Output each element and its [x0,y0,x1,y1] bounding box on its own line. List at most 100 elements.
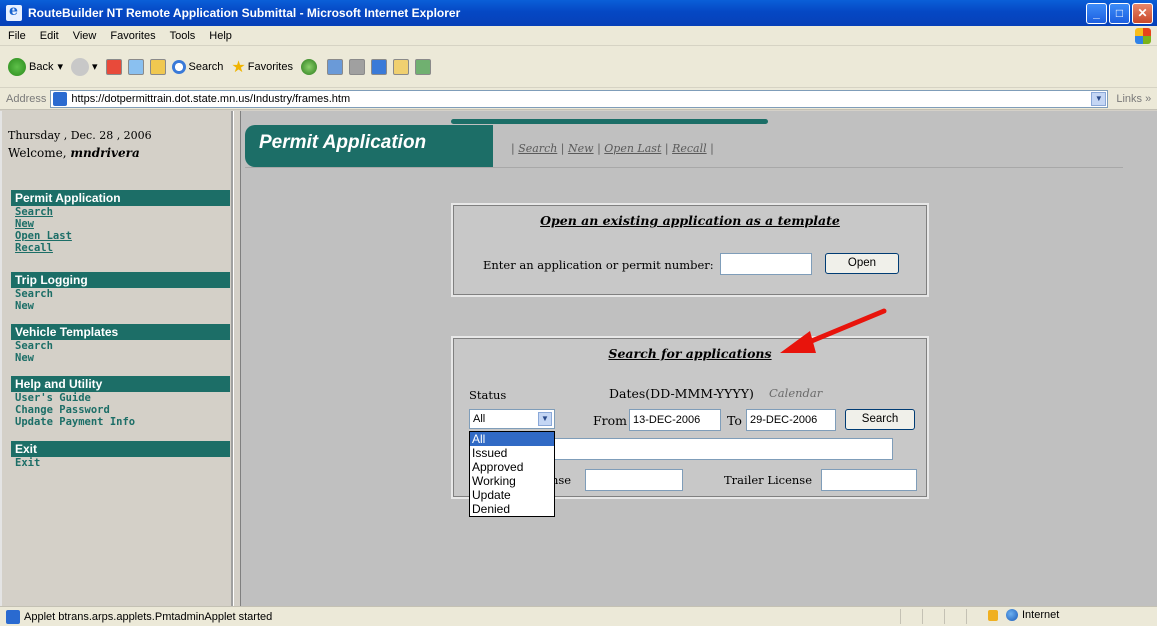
address-input[interactable]: https://dotpermittrain.dot.state.mn.us/I… [50,89,1109,108]
nav-section-exit: Exit Exit [11,441,230,469]
back-arrow-icon [8,57,26,76]
menu-file[interactable]: File [8,30,26,42]
maximize-button[interactable]: □ [1109,3,1130,24]
status-dropdown-list: All Issued Approved Working Update Denie… [469,431,555,517]
address-label: Address [6,92,47,105]
page-title: Permit Application [245,125,493,167]
open-button[interactable]: Open [825,253,899,274]
zone-label: Internet [1022,609,1060,621]
nav-head-vehicle-templates: Vehicle Templates [11,324,230,340]
sidebar-link-change-password[interactable]: Change Password [11,404,230,416]
status-option-update[interactable]: Update [470,488,554,502]
main-frame: Permit Application | Search | New | Open… [241,111,1157,606]
dropdown-arrow-icon: ▾ [57,61,63,73]
open-template-panel: Open an existing application as a templa… [451,203,929,297]
search-text-input[interactable] [553,438,893,460]
from-date-input[interactable]: 13-DEC-2006 [629,409,721,431]
lock-icon [988,609,998,621]
status-bar: Applet btrans.arps.applets.PmtadminApple… [0,606,1157,626]
dates-label: Dates(DD-MMM-YYYY) [609,386,754,401]
address-bar: Address https://dotpermittrain.dot.state… [0,88,1157,110]
links-toolbar[interactable]: Links » [1116,93,1151,105]
menu-edit[interactable]: Edit [40,30,59,42]
header-link-search[interactable]: Search [518,142,557,155]
folder-icon[interactable] [392,58,409,75]
trailer-license-input[interactable] [821,469,917,491]
red-arrow-annotation [780,308,887,353]
messenger-icon[interactable] [414,58,431,75]
sidebar-link-search[interactable]: Search [11,206,230,218]
refresh-icon[interactable] [127,58,144,75]
edit-icon[interactable] [370,58,387,75]
sidebar-link-vehicle-new[interactable]: New [11,352,230,364]
search-button[interactable]: Search [845,409,915,430]
nav-section-trip-logging: Trip Logging Search New [11,272,230,312]
status-option-issued[interactable]: Issued [470,446,554,460]
nav-section-help-utility: Help and Utility User's Guide Change Pas… [11,376,230,428]
status-select-value: All [473,413,486,425]
status-select[interactable]: All ▼ [469,409,555,429]
sidebar-link-trip-search[interactable]: Search [11,288,230,300]
status-option-all[interactable]: All [470,432,554,446]
dropdown-arrow-icon: ▾ [92,61,98,73]
page-icon [53,91,68,106]
frame-splitter[interactable] [233,111,241,606]
star-icon: ★ [231,58,246,76]
menu-view[interactable]: View [73,30,97,42]
favorites-label: Favorites [247,60,293,73]
sidebar-link-vehicle-search[interactable]: Search [11,340,230,352]
title-bar: RouteBuilder NT Remote Application Submi… [0,0,1157,26]
header-divider [245,167,1123,168]
toolbar: Back ▾ ▾ Search ★ Favorites [0,46,1157,88]
media-icon[interactable] [300,58,317,75]
status-option-working[interactable]: Working [470,474,554,488]
header-link-open-last[interactable]: Open Last [604,142,661,155]
chevron-down-icon[interactable]: ▼ [538,412,552,426]
username: mndrivera [70,146,140,160]
links-label: Links [1116,92,1143,105]
globe-icon [1006,609,1018,621]
header-link-new[interactable]: New [568,142,594,155]
sidebar-link-new[interactable]: New [11,218,230,230]
status-text: Applet btrans.arps.applets.PmtadminApple… [24,610,273,623]
address-url: https://dotpermittrain.dot.state.mn.us/I… [71,92,351,105]
search-button[interactable]: Search [171,59,223,74]
status-option-approved[interactable]: Approved [470,460,554,474]
menu-tools[interactable]: Tools [170,30,196,42]
open-template-heading: Open an existing application as a templa… [540,213,840,228]
application-number-input[interactable] [720,253,812,275]
history-icon[interactable] [326,58,343,75]
page-status-icon [6,609,20,624]
back-button[interactable]: Back ▾ [8,57,63,76]
stop-icon[interactable] [105,58,122,75]
minimize-button[interactable]: _ [1086,3,1107,24]
sidebar-link-update-payment[interactable]: Update Payment Info [11,416,230,428]
close-button[interactable]: ✕ [1132,3,1153,24]
home-icon[interactable] [149,58,166,75]
to-date-input[interactable]: 29-DEC-2006 [746,409,836,431]
sidebar-link-recall[interactable]: Recall [11,242,230,254]
nav-head-exit: Exit [11,441,230,457]
sidebar-link-trip-new[interactable]: New [11,300,230,312]
nav-head-trip-logging: Trip Logging [11,272,230,288]
sidebar-link-exit[interactable]: Exit [11,457,230,469]
status-option-denied[interactable]: Denied [470,502,554,516]
print-icon[interactable] [348,58,365,75]
menu-bar: File Edit View Favorites Tools Help [0,26,1157,46]
sidebar-link-open-last[interactable]: Open Last [11,230,230,242]
browser-content: Thursday , Dec. 28 , 2006 Welcome, mndri… [0,111,1157,606]
calendar-link[interactable]: Calendar [769,386,822,400]
sidebar-link-users-guide[interactable]: User's Guide [11,392,230,404]
forward-arrow-icon [71,57,89,76]
menu-favorites[interactable]: Favorites [110,30,155,42]
power-license-input[interactable] [585,469,683,491]
nav-section-permit-application: Permit Application Search New Open Last … [11,190,230,254]
back-label: Back [29,60,54,73]
status-cells [900,609,988,624]
forward-button[interactable]: ▾ [71,57,98,76]
favorites-button[interactable]: ★ Favorites [231,57,293,77]
address-dropdown-icon[interactable]: ▼ [1091,91,1107,106]
menu-help[interactable]: Help [209,30,232,42]
welcome-text: Welcome, mndrivera [8,146,152,160]
header-link-recall[interactable]: Recall [672,142,707,155]
